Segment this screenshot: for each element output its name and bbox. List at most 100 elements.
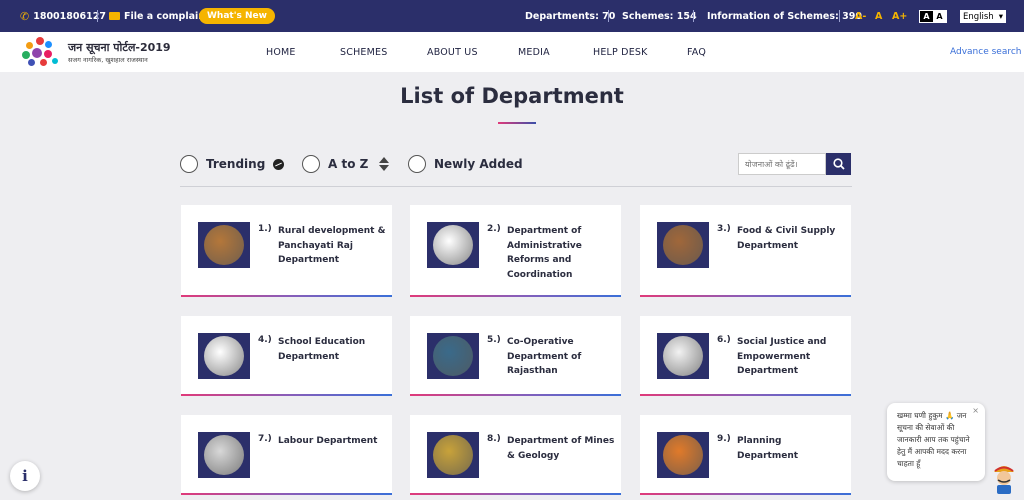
complaint-label: File a complaint <box>124 10 210 22</box>
chevron-down-icon: ▾ <box>998 11 1003 22</box>
contrast-dark[interactable]: A <box>920 11 933 22</box>
department-card[interactable]: 5.) Co-Operative Department of Rajasthan <box>410 316 621 396</box>
department-card[interactable]: 3.) Food & Civil Supply Department <box>640 205 851 297</box>
divider <box>839 10 840 22</box>
chatbot-bubble[interactable]: × खम्मा घणी हुकुम 🙏 जन सूचना की सेवाओं क… <box>887 403 985 481</box>
department-name: Rural development & Panchayati Raj Depar… <box>278 226 386 265</box>
department-logo <box>427 222 479 268</box>
brand-subtitle: सजग नागरिक, खुशहाल राजस्थान <box>68 56 148 64</box>
department-number: 8.) <box>487 434 501 444</box>
font-normal-button[interactable]: A <box>875 0 882 32</box>
department-name: Social Justice and Empowerment Departmen… <box>737 337 827 376</box>
department-logo <box>198 222 250 268</box>
department-number: 2.) <box>487 224 501 234</box>
department-card[interactable]: 2.) Department of Administrative Reforms… <box>410 205 621 297</box>
dept-emblem-icon <box>433 435 473 475</box>
contrast-toggle[interactable]: A A <box>919 10 947 23</box>
department-card[interactable]: 1.) Rural development & Panchayati Raj D… <box>181 205 392 297</box>
radio-button[interactable] <box>408 155 426 173</box>
filter-newly-added[interactable]: Newly Added <box>408 153 523 175</box>
top-bar: ✆ 18001806127 File a complaint What's Ne… <box>0 0 1024 32</box>
department-number: 5.) <box>487 335 501 345</box>
department-number: 6.) <box>717 335 731 345</box>
title-underline <box>498 122 536 124</box>
department-name: Planning Department <box>737 436 799 461</box>
nav-faq[interactable]: FAQ <box>687 32 706 72</box>
search-button[interactable] <box>826 153 851 175</box>
filter-atoz-label: A to Z <box>328 157 369 171</box>
nav-about-us[interactable]: ABOUT US <box>427 32 478 72</box>
department-logo <box>657 432 709 478</box>
nav-home[interactable]: HOME <box>266 32 296 72</box>
divider <box>97 10 98 22</box>
radio-button[interactable] <box>302 155 320 173</box>
language-select[interactable]: English ▾ <box>960 10 1006 23</box>
sort-icon <box>379 157 390 171</box>
department-number: 1.) <box>258 224 272 234</box>
filter-trending-label: Trending <box>206 157 266 171</box>
search-input[interactable] <box>738 153 826 175</box>
department-name: Labour Department <box>278 436 378 446</box>
contrast-light[interactable]: A <box>933 11 946 22</box>
dept-emblem-icon <box>204 225 244 265</box>
site-logo[interactable]: जन सूचना पोर्टल-2019 सजग नागरिक, खुशहाल … <box>20 36 171 68</box>
mail-icon <box>109 12 120 20</box>
department-card[interactable]: 8.) Department of Mines & Geology <box>410 415 621 495</box>
department-name: Department of Administrative Reforms and… <box>507 226 582 280</box>
nav-media[interactable]: MEDIA <box>518 32 550 72</box>
brand-title: जन सूचना पोर्टल-2019 <box>68 41 171 54</box>
main-nav: जन सूचना पोर्टल-2019 सजग नागरिक, खुशहाल … <box>0 32 1024 72</box>
department-logo <box>198 432 250 478</box>
font-increase-button[interactable]: A+ <box>892 0 907 32</box>
trending-icon <box>273 158 285 170</box>
helpline[interactable]: ✆ 18001806127 <box>20 0 106 32</box>
chatbot-mascot-icon[interactable] <box>990 460 1018 494</box>
schemes-count: Schemes: 154 <box>622 10 697 22</box>
info-button[interactable]: i <box>10 461 40 491</box>
info-icon: i <box>22 467 28 485</box>
filter-a-to-z[interactable]: A to Z <box>302 153 390 175</box>
department-name: Department of Mines & Geology <box>507 436 615 461</box>
helpline-number: 18001806127 <box>33 10 106 22</box>
divider <box>608 10 609 22</box>
dept-emblem-icon <box>433 225 473 265</box>
advanced-search-link[interactable]: Advance search <box>950 32 1022 72</box>
whats-new-button[interactable]: What's New <box>199 8 275 24</box>
department-card[interactable]: 7.) Labour Department <box>181 415 392 495</box>
department-number: 7.) <box>258 434 272 444</box>
dept-emblem-icon <box>663 225 703 265</box>
filter-trending[interactable]: Trending <box>180 153 285 175</box>
department-logo <box>427 333 479 379</box>
language-value: English <box>963 11 994 22</box>
dept-emblem-icon <box>433 336 473 376</box>
department-name: Co-Operative Department of Rajasthan <box>507 337 582 376</box>
dept-emblem-icon <box>663 435 703 475</box>
chatbot-message: खम्मा घणी हुकुम 🙏 जन सूचना की सेवाओं की … <box>897 411 970 468</box>
search-icon <box>832 158 845 170</box>
nav-help-desk[interactable]: HELP DESK <box>593 32 648 72</box>
department-card[interactable]: 6.) Social Justice and Empowerment Depar… <box>640 316 851 396</box>
complaint-link[interactable]: File a complaint <box>109 0 210 32</box>
close-icon[interactable]: × <box>972 405 979 417</box>
department-number: 4.) <box>258 335 272 345</box>
department-number: 9.) <box>717 434 731 444</box>
department-logo <box>198 333 250 379</box>
department-card[interactable]: 9.) Planning Department <box>640 415 851 495</box>
logo-icon <box>20 36 64 68</box>
radio-button[interactable] <box>180 155 198 173</box>
divider <box>180 186 852 187</box>
department-logo <box>657 333 709 379</box>
department-number: 3.) <box>717 224 731 234</box>
department-logo <box>427 432 479 478</box>
nav-schemes[interactable]: SCHEMES <box>340 32 387 72</box>
divider <box>693 10 694 22</box>
department-name: Food & Civil Supply Department <box>737 226 836 251</box>
dept-emblem-icon <box>663 336 703 376</box>
department-logo <box>657 222 709 268</box>
dept-emblem-icon <box>204 336 244 376</box>
font-decrease-button[interactable]: A- <box>855 0 866 32</box>
department-card[interactable]: 4.) School Education Department <box>181 316 392 396</box>
dept-emblem-icon <box>204 435 244 475</box>
phone-icon: ✆ <box>20 9 30 23</box>
filter-newly-added-label: Newly Added <box>434 157 523 171</box>
